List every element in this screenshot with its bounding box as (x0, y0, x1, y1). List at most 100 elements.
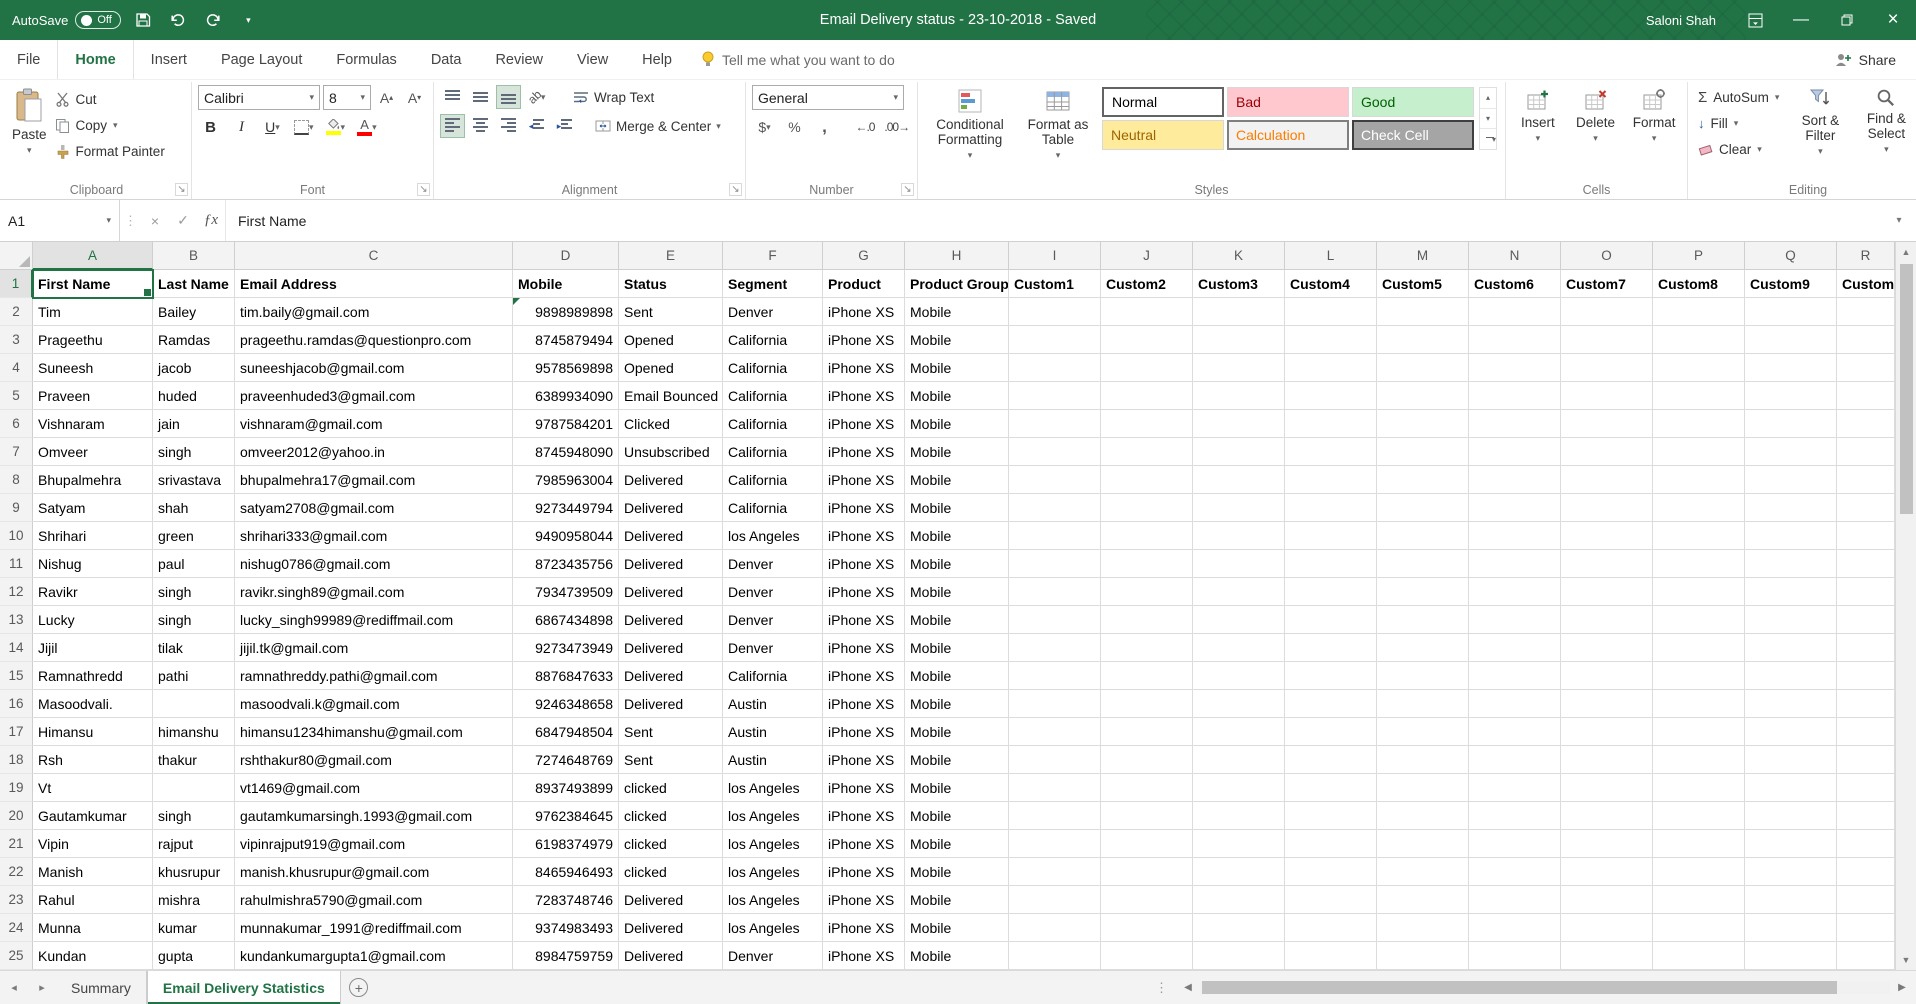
row-header-13[interactable]: 13 (0, 606, 33, 634)
number-format-combo[interactable]: General ▾ (752, 85, 904, 110)
cell-K1[interactable]: Custom3 (1193, 270, 1285, 298)
cell-D15[interactable]: 8876847633 (513, 662, 619, 690)
cell-E18[interactable]: Sent (619, 746, 723, 774)
cancel-button[interactable]: × (141, 200, 169, 241)
cell-O9[interactable] (1561, 494, 1653, 522)
cell-D14[interactable]: 9273473949 (513, 634, 619, 662)
cell-E2[interactable]: Sent (619, 298, 723, 326)
font-dialog-launcher[interactable]: ↘ (417, 183, 430, 196)
cell-E17[interactable]: Sent (619, 718, 723, 746)
cell-M19[interactable] (1377, 774, 1469, 802)
cell-H24[interactable]: Mobile (905, 914, 1009, 942)
cell-K25[interactable] (1193, 942, 1285, 970)
cell-H22[interactable]: Mobile (905, 858, 1009, 886)
cell-D23[interactable]: 7283748746 (513, 886, 619, 914)
row-header-22[interactable]: 22 (0, 858, 33, 886)
cell-Q22[interactable] (1745, 858, 1837, 886)
cell-Q18[interactable] (1745, 746, 1837, 774)
cell-K24[interactable] (1193, 914, 1285, 942)
cell-M16[interactable] (1377, 690, 1469, 718)
row-header-7[interactable]: 7 (0, 438, 33, 466)
cell-C11[interactable]: nishug0786@gmail.com (235, 550, 513, 578)
cell-F2[interactable]: Denver (723, 298, 823, 326)
cell-J6[interactable] (1101, 410, 1193, 438)
row-header-19[interactable]: 19 (0, 774, 33, 802)
cell-K8[interactable] (1193, 466, 1285, 494)
cell-G19[interactable]: iPhone XS (823, 774, 905, 802)
cell-B21[interactable]: rajput (153, 830, 235, 858)
cell-M15[interactable] (1377, 662, 1469, 690)
cell-J22[interactable] (1101, 858, 1193, 886)
cell-F9[interactable]: California (723, 494, 823, 522)
column-header-B[interactable]: B (153, 242, 235, 270)
cell-J24[interactable] (1101, 914, 1193, 942)
cell-D6[interactable]: 9787584201 (513, 410, 619, 438)
find-select-button[interactable]: Find & Select ▾ (1857, 85, 1915, 181)
cell-F22[interactable]: los Angeles (723, 858, 823, 886)
cell-K4[interactable] (1193, 354, 1285, 382)
formula-input[interactable]: First Name (225, 200, 1882, 241)
autosave-switch[interactable]: Off (75, 11, 121, 29)
cell-L2[interactable] (1285, 298, 1377, 326)
bottom-align-button[interactable] (496, 85, 521, 109)
cell-N5[interactable] (1469, 382, 1561, 410)
cell-R3[interactable] (1837, 326, 1895, 354)
cell-B4[interactable]: jacob (153, 354, 235, 382)
cell-Q19[interactable] (1745, 774, 1837, 802)
cell-L18[interactable] (1285, 746, 1377, 774)
cell-K7[interactable] (1193, 438, 1285, 466)
cell-Q4[interactable] (1745, 354, 1837, 382)
cell-Q25[interactable] (1745, 942, 1837, 970)
cell-M11[interactable] (1377, 550, 1469, 578)
cell-L1[interactable]: Custom4 (1285, 270, 1377, 298)
row-header-25[interactable]: 25 (0, 942, 33, 970)
ribbon-tab-help[interactable]: Help (625, 40, 689, 79)
cell-F6[interactable]: California (723, 410, 823, 438)
cell-G9[interactable]: iPhone XS (823, 494, 905, 522)
cell-O2[interactable] (1561, 298, 1653, 326)
cell-E13[interactable]: Delivered (619, 606, 723, 634)
cell-A23[interactable]: Rahul (33, 886, 153, 914)
cell-A18[interactable]: Rsh (33, 746, 153, 774)
cell-E5[interactable]: Email Bounced (619, 382, 723, 410)
cell-I19[interactable] (1009, 774, 1101, 802)
cell-N12[interactable] (1469, 578, 1561, 606)
number-dialog-launcher[interactable]: ↘ (901, 183, 914, 196)
cell-O4[interactable] (1561, 354, 1653, 382)
cell-L11[interactable] (1285, 550, 1377, 578)
cell-M17[interactable] (1377, 718, 1469, 746)
cell-H6[interactable]: Mobile (905, 410, 1009, 438)
cell-K15[interactable] (1193, 662, 1285, 690)
cell-C23[interactable]: rahulmishra5790@gmail.com (235, 886, 513, 914)
cell-A20[interactable]: Gautamkumar (33, 802, 153, 830)
cell-L10[interactable] (1285, 522, 1377, 550)
cell-B5[interactable]: huded (153, 382, 235, 410)
column-header-A[interactable]: A (33, 242, 153, 270)
cell-D10[interactable]: 9490958044 (513, 522, 619, 550)
cell-E7[interactable]: Unsubscribed (619, 438, 723, 466)
cell-P13[interactable] (1653, 606, 1745, 634)
cell-N19[interactable] (1469, 774, 1561, 802)
cell-F17[interactable]: Austin (723, 718, 823, 746)
scroll-right-icon[interactable]: ▶ (1890, 982, 1914, 993)
cell-B1[interactable]: Last Name (153, 270, 235, 298)
align-left-button[interactable] (440, 114, 465, 138)
cell-J23[interactable] (1101, 886, 1193, 914)
cell-R11[interactable] (1837, 550, 1895, 578)
cell-P20[interactable] (1653, 802, 1745, 830)
middle-align-button[interactable] (468, 85, 493, 109)
format-painter-button[interactable]: Format Painter (51, 139, 169, 164)
row-header-14[interactable]: 14 (0, 634, 33, 662)
cell-I17[interactable] (1009, 718, 1101, 746)
cell-I5[interactable] (1009, 382, 1101, 410)
cell-P5[interactable] (1653, 382, 1745, 410)
cell-H23[interactable]: Mobile (905, 886, 1009, 914)
cell-H5[interactable]: Mobile (905, 382, 1009, 410)
cell-B6[interactable]: jain (153, 410, 235, 438)
cell-L17[interactable] (1285, 718, 1377, 746)
cell-H25[interactable]: Mobile (905, 942, 1009, 970)
cell-L24[interactable] (1285, 914, 1377, 942)
cell-E3[interactable]: Opened (619, 326, 723, 354)
row-header-11[interactable]: 11 (0, 550, 33, 578)
cell-R21[interactable] (1837, 830, 1895, 858)
